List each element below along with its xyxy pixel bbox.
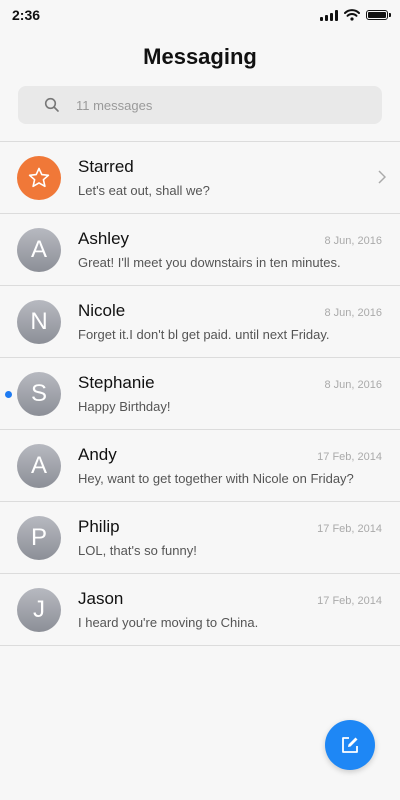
conversation-content: Jason 17 Feb, 2014 I heard you're moving… <box>78 589 400 630</box>
chevron-right-icon <box>378 170 386 184</box>
page-title: Messaging <box>143 44 257 69</box>
avatar: P <box>17 515 61 560</box>
star-icon <box>28 167 50 187</box>
avatar: N <box>17 299 61 344</box>
contact-name: Andy <box>78 445 117 464</box>
starred-row[interactable]: Starred Let's eat out, shall we? <box>0 142 400 214</box>
conversation-list: Starred Let's eat out, shall we? A Ashle… <box>0 141 400 646</box>
starred-label: Starred <box>78 157 134 176</box>
message-date: 17 Feb, 2014 <box>317 523 382 535</box>
message-date: 8 Jun, 2016 <box>324 379 383 391</box>
conversation-row[interactable]: P Philip 17 Feb, 2014 LOL, that's so fun… <box>0 502 400 574</box>
conversation-row[interactable]: J Jason 17 Feb, 2014 I heard you're movi… <box>0 574 400 646</box>
message-preview: LOL, that's so funny! <box>78 543 197 558</box>
status-icons <box>320 9 391 21</box>
conversation-content: Philip 17 Feb, 2014 LOL, that's so funny… <box>78 517 400 558</box>
conversation-content: Ashley 8 Jun, 2016 Great! I'll meet you … <box>78 229 400 270</box>
compose-icon <box>342 737 358 753</box>
contact-name: Ashley <box>78 229 130 248</box>
unread-indicator <box>5 391 12 398</box>
contact-name: Jason <box>78 589 124 608</box>
status-time: 2:36 <box>12 7 41 23</box>
message-date: 8 Jun, 2016 <box>324 235 383 247</box>
battery-icon <box>366 10 391 20</box>
message-date: 8 Jun, 2016 <box>324 307 383 319</box>
status-bar: 2:36 <box>0 0 400 30</box>
conversation-row[interactable]: A Andy 17 Feb, 2014 Hey, want to get tog… <box>0 430 400 502</box>
contact-name: Philip <box>78 517 120 536</box>
signal-icon <box>320 9 338 21</box>
conversation-row[interactable]: A Ashley 8 Jun, 2016 Great! I'll meet yo… <box>0 214 400 286</box>
message-date: 17 Feb, 2014 <box>317 595 382 607</box>
avatar: J <box>17 587 61 632</box>
avatar: S <box>17 371 61 416</box>
starred-content: Starred Let's eat out, shall we? <box>78 157 400 198</box>
contact-name: Stephanie <box>78 373 155 392</box>
avatar: A <box>17 443 61 488</box>
message-preview: Great! I'll meet you downstairs in ten m… <box>78 255 341 270</box>
avatar: A <box>17 227 61 272</box>
conversation-row[interactable]: N Nicole 8 Jun, 2016 Forget it.I don't b… <box>0 286 400 358</box>
wifi-icon <box>344 9 360 21</box>
starred-preview: Let's eat out, shall we? <box>78 183 210 198</box>
starred-avatar <box>17 155 61 200</box>
conversation-content: Andy 17 Feb, 2014 Hey, want to get toget… <box>78 445 400 486</box>
conversation-row[interactable]: S Stephanie 8 Jun, 2016 Happy Birthday! <box>0 358 400 430</box>
search-input[interactable] <box>74 96 338 114</box>
message-preview: Forget it.I don't bl get paid. until nex… <box>78 327 330 342</box>
message-preview: Hey, want to get together with Nicole on… <box>78 471 354 486</box>
contact-name: Nicole <box>78 301 126 320</box>
search-bar[interactable] <box>18 86 382 124</box>
message-preview: I heard you're moving to China. <box>78 615 259 630</box>
conversation-content: Nicole 8 Jun, 2016 Forget it.I don't bl … <box>78 301 400 342</box>
conversation-content: Stephanie 8 Jun, 2016 Happy Birthday! <box>78 373 400 414</box>
message-date: 17 Feb, 2014 <box>317 451 382 463</box>
compose-button[interactable] <box>325 720 375 770</box>
message-preview: Happy Birthday! <box>78 399 171 414</box>
search-icon <box>44 97 59 112</box>
